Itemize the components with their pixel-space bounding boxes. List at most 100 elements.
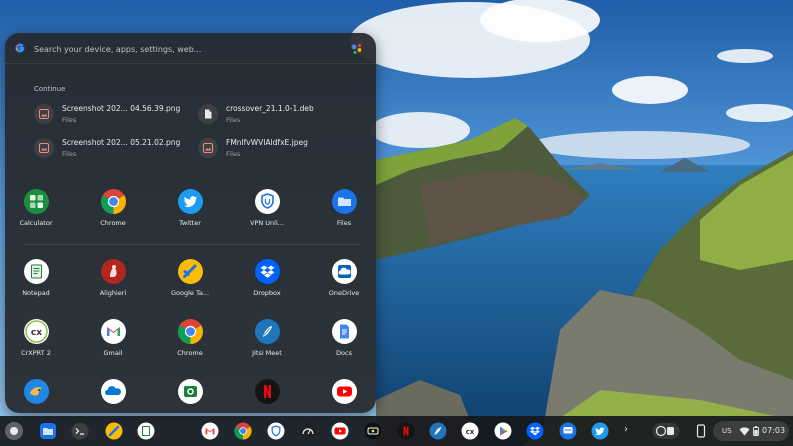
app-gmail[interactable]: Gmail [86,319,140,369]
app-youtube[interactable] [317,379,371,413]
app-crxprt-2[interactable]: cx CrXPRT 2 [9,319,63,369]
vpn-shield-icon [255,189,280,214]
app-label: Twitter [163,219,217,227]
twitter-icon[interactable] [591,422,609,440]
file-name: crossover_21.1.0-1.deb [226,104,314,113]
search-input[interactable] [32,39,346,59]
app-camera[interactable] [163,379,217,413]
image-file-icon [34,138,54,158]
image-file-icon [198,138,218,158]
file-name: Screenshot 202... 04.56.39.png [62,104,180,113]
app-alighieri[interactable]: Alighieri [86,259,140,309]
continue-file-3[interactable]: Screenshot 202... 05.21.02.png Files [34,135,184,161]
google-assistant-icon[interactable] [350,42,364,56]
continue-file-1[interactable]: Screenshot 202... 04.56.39.png Files [34,101,184,127]
notepad-icon [24,259,49,284]
app-vpn-unlimited[interactable]: VPN Unli... [240,189,294,239]
google-tasks-icon [178,259,203,284]
app-label: Notepad [9,289,63,297]
app-notepad[interactable]: Notepad [9,259,63,309]
shelf: cx › US 07:03 [0,416,793,446]
file-source: Files [62,150,76,158]
notepad-icon[interactable] [137,422,155,440]
app-label: Dropbox [240,289,294,297]
file-source: Files [226,150,240,158]
status-tray[interactable]: US 07:03 [713,421,789,441]
dropbox-icon [255,259,280,284]
continue-file-4[interactable]: FMnlfvWVIAldfxE.jpeg Files [198,135,348,161]
app-jitsi-meet[interactable]: Jitsi Meet [240,319,294,369]
app-label: Docs [317,349,371,357]
chevron-right-icon[interactable]: › [624,424,628,435]
holding-space-icon[interactable] [652,422,680,440]
bird-icon [24,379,49,404]
pluto-tv-icon[interactable] [364,422,382,440]
app-launcher: Continue Screenshot 202... 04.56.39.png … [5,33,376,413]
app-label: CrXPRT 2 [9,349,63,357]
gmail-icon[interactable] [201,422,219,440]
netflix-icon[interactable] [397,422,415,440]
crxprt-icon[interactable]: cx [461,422,479,440]
continue-file-2[interactable]: crossover_21.1.0-1.deb Files [198,101,348,127]
app-dropbox[interactable]: Dropbox [240,259,294,309]
camera-app-icon [178,379,203,404]
app-label: VPN Unli... [240,219,294,227]
app-chrome[interactable]: Chrome [86,189,140,239]
app-label: Files [317,219,371,227]
svg-text:cx: cx [466,428,475,436]
app-label: OneDrive [317,289,371,297]
launcher-button[interactable] [5,422,23,440]
onedrive-cloud-icon [101,379,126,404]
terminal-icon[interactable] [71,422,89,440]
twitter-icon [178,189,203,214]
app-label: Calculator [9,219,63,227]
dropbox-icon[interactable] [526,422,544,440]
play-store-icon[interactable] [494,422,512,440]
jitsi-icon[interactable] [429,422,447,440]
files-icon[interactable] [39,422,57,440]
docs-icon [332,319,357,344]
wifi-icon [739,426,750,436]
input-locale-indicator: US [722,427,732,435]
onedrive-icon [332,259,357,284]
app-label: Gmail [86,349,140,357]
app-netflix[interactable] [240,379,294,413]
app-chrome-2[interactable]: Chrome [163,319,217,369]
app-google-tasks[interactable]: Google Ta... [163,259,217,309]
calculator-icon [24,189,49,214]
continue-section-label: Continue [34,85,65,93]
vpn-shield-icon[interactable] [267,422,285,440]
app-twitter[interactable]: Twitter [163,189,217,239]
launcher-search-bar[interactable] [5,33,376,64]
image-file-icon [34,104,54,124]
app-docs[interactable]: Docs [317,319,371,369]
google-g-icon [14,42,26,54]
file-source: Files [62,116,76,124]
phone-hub-icon[interactable] [692,422,710,440]
file-source: Files [226,116,240,124]
gmail-icon [101,319,126,344]
pen-icon[interactable] [105,422,123,440]
app-onedrive[interactable]: OneDrive [317,259,371,309]
file-name: Screenshot 202... 05.21.02.png [62,138,180,147]
app-onedrive-cloud[interactable] [86,379,140,413]
youtube-icon[interactable] [331,422,349,440]
messages-icon[interactable] [559,422,577,440]
app-label: Chrome [86,219,140,227]
speedometer-icon[interactable] [299,422,317,440]
app-calculator[interactable]: Calculator [9,189,63,239]
netflix-icon [255,379,280,404]
apps-divider [25,244,360,245]
app-files[interactable]: Files [317,189,371,239]
battery-icon [753,426,759,436]
app-label: Alighieri [86,289,140,297]
jitsi-icon [255,319,280,344]
app-bird[interactable] [9,379,63,413]
clock: 07:03 [762,426,785,435]
app-label: Google Ta... [163,289,217,297]
file-name: FMnlfvWVIAldfxE.jpeg [226,138,308,147]
chrome-icon [178,319,203,344]
chrome-icon [101,189,126,214]
chrome-icon[interactable] [234,422,252,440]
app-label: Jitsi Meet [240,349,294,357]
